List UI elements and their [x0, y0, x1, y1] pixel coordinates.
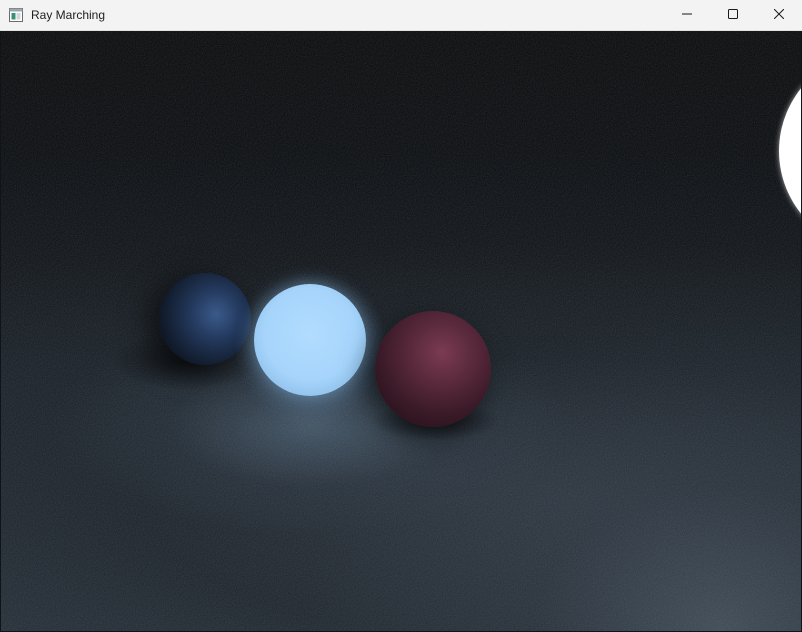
- red-sphere: [375, 311, 491, 427]
- render-viewport[interactable]: [1, 31, 801, 631]
- minimize-button[interactable]: [664, 0, 710, 30]
- title-bar[interactable]: Ray Marching: [0, 0, 802, 31]
- maximize-icon: [728, 6, 738, 24]
- app-window: Ray Marching: [0, 0, 802, 632]
- close-button[interactable]: [756, 0, 802, 30]
- glowing-sphere: [254, 284, 366, 396]
- close-icon: [773, 6, 785, 24]
- app-window-icon: [9, 8, 23, 22]
- maximize-button[interactable]: [710, 0, 756, 30]
- minimize-icon: [682, 6, 692, 24]
- window-title: Ray Marching: [31, 8, 106, 22]
